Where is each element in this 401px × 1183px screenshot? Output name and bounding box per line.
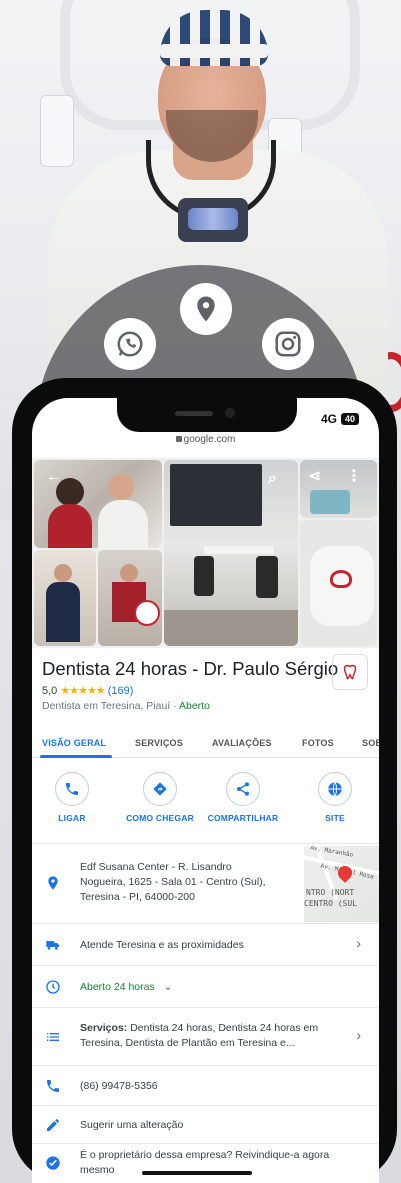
chevron-right-icon[interactable]: › (356, 1027, 361, 1043)
review-count[interactable]: (169) (108, 685, 134, 697)
phone-icon (55, 772, 89, 806)
phone-notch (117, 398, 297, 432)
phone-row[interactable]: (86) 99478-5356 (32, 1066, 379, 1106)
star-rating-icon: ★★★★★ (60, 685, 105, 697)
suggest-edit-row[interactable]: Sugerir uma alteração (32, 1106, 379, 1144)
pencil-icon (44, 1116, 62, 1134)
rating-value: 5,0 (42, 685, 58, 697)
services-label: Serviços: (80, 1022, 128, 1034)
mini-map[interactable]: Av. Maranhão Av. Miguel Rosa NTRO (NORT … (304, 846, 379, 922)
service-area-row[interactable]: Atende Teresina e as proximidades › (32, 924, 379, 966)
more-options-icon[interactable]: ⋮ (346, 466, 362, 486)
tab-about[interactable]: SOB (362, 738, 379, 748)
dental-loupes (178, 198, 248, 242)
active-tab-indicator (40, 755, 112, 758)
url-bar[interactable]: google.com (32, 434, 379, 445)
website-label: SITE (325, 813, 345, 823)
surgical-cap-band (160, 44, 268, 58)
phone-row-icon (44, 1077, 62, 1095)
phone-frame: 4G 40 google.com ← ⌕ ⋖ ⋮ Dentista 24 hor… (12, 378, 397, 1183)
hours-row[interactable]: Aberto 24 horas ⌄ (32, 966, 379, 1008)
battery-indicator: 40 (340, 413, 359, 425)
business-name: Dentista 24 horas - Dr. Paulo Sérgio (42, 658, 339, 679)
instagram-icon[interactable] (262, 318, 314, 370)
gallery-photo-office[interactable] (164, 460, 298, 646)
category-separator: · (173, 700, 177, 712)
speaker (175, 411, 213, 416)
claim-business-row[interactable]: É o proprietário dessa empresa? Reivindi… (32, 1144, 379, 1183)
clock-icon (44, 978, 62, 996)
hours-status: Aberto 24 horas (80, 981, 155, 993)
gallery-photo-clinic-chair[interactable] (98, 550, 162, 646)
address-row[interactable]: Edf Susana Center - R. Lisandro Nogueira… (32, 846, 379, 924)
hours-text: Aberto 24 horas ⌄ (80, 980, 172, 995)
photo-gallery[interactable]: ← ⌕ ⋖ ⋮ (32, 458, 379, 648)
gallery-photo-mask[interactable] (300, 520, 377, 646)
whatsapp-icon[interactable] (104, 318, 156, 370)
map-area-label: NTRO (NORT (306, 888, 355, 897)
tab-photos[interactable]: FOTOS (302, 738, 334, 748)
services-line-1: Dentista 24 horas, Dentista 24 horas em (127, 1022, 319, 1034)
rating-line[interactable]: 5,0 ★★★★★ (169) (42, 684, 133, 697)
phone-number: (86) 99478-5356 (80, 1080, 158, 1092)
verified-shield-icon (44, 1154, 62, 1172)
status-bar: 4G 40 (321, 412, 359, 426)
share-button[interactable]: COMPARTILHAR (193, 772, 293, 823)
claim-line-1: É o proprietário dessa empresa? Reivindi… (80, 1149, 330, 1161)
globe-icon (318, 772, 352, 806)
services-row[interactable]: Serviços: Dentista 24 horas, Dentista 24… (32, 1008, 379, 1066)
map-street-label: Av. Maranhão (309, 846, 354, 859)
directions-icon (143, 772, 177, 806)
share-gallery-icon[interactable]: ⋖ (308, 466, 321, 486)
action-buttons: LIGAR COMO CHEGAR COMPARTILHAR SITE (32, 766, 379, 844)
network-indicator: 4G (320, 412, 337, 426)
location-icon (44, 874, 62, 892)
chevron-down-icon[interactable]: ⌄ (164, 981, 173, 993)
business-category: Dentista em Teresina, Piauí (42, 700, 171, 712)
service-area-text: Atende Teresina e as proximidades (80, 939, 244, 951)
address-text: Edf Susana Center - R. Lisandro Nogueira… (80, 860, 266, 905)
share-icon (226, 772, 260, 806)
services-line-2: Teresina, Dentista de Plantão em Teresin… (80, 1037, 295, 1049)
delivery-truck-icon (44, 936, 62, 954)
map-area-label: CENTRO (SUL (304, 899, 357, 908)
lock-icon (175, 436, 182, 442)
category-line: Dentista em Teresina, Piauí · Aberto (42, 700, 210, 712)
home-indicator[interactable] (142, 1171, 252, 1175)
tab-overview[interactable]: VISÃO GERAL (42, 738, 106, 748)
chevron-right-icon[interactable]: › (356, 935, 361, 951)
location-pin-icon[interactable] (180, 283, 232, 335)
url-text: google.com (183, 434, 236, 445)
tab-services[interactable]: SERVIÇOS (135, 738, 183, 748)
back-arrow-icon[interactable]: ← (46, 468, 62, 486)
tab-bar: VISÃO GERAL SERVIÇOS AVALIAÇÕES FOTOS SO… (32, 728, 379, 758)
suggest-edit-text: Sugerir uma alteração (80, 1119, 184, 1131)
front-camera (225, 408, 235, 418)
services-text: Serviços: Dentista 24 horas, Dentista 24… (80, 1021, 350, 1051)
tab-reviews[interactable]: AVALIAÇÕES (212, 738, 272, 748)
website-button[interactable]: SITE (285, 772, 379, 823)
share-label: COMPARTILHAR (207, 813, 279, 823)
address-line-3: Teresina - PI, 64000-200 (80, 891, 195, 903)
phone-screen: 4G 40 google.com ← ⌕ ⋖ ⋮ Dentista 24 hor… (32, 398, 379, 1183)
open-status: Aberto (178, 700, 210, 712)
call-button[interactable]: LIGAR (32, 772, 122, 823)
call-label: LIGAR (58, 813, 86, 823)
gallery-photo-doctor-suit[interactable] (34, 550, 96, 646)
business-logo[interactable] (332, 654, 368, 690)
list-icon (44, 1028, 62, 1046)
search-icon[interactable]: ⌕ (268, 470, 277, 488)
address-line-2: Nogueira, 1625 - Sala 01 - Centro (Sul), (80, 876, 266, 888)
address-line-1: Edf Susana Center - R. Lisandro (80, 861, 232, 873)
